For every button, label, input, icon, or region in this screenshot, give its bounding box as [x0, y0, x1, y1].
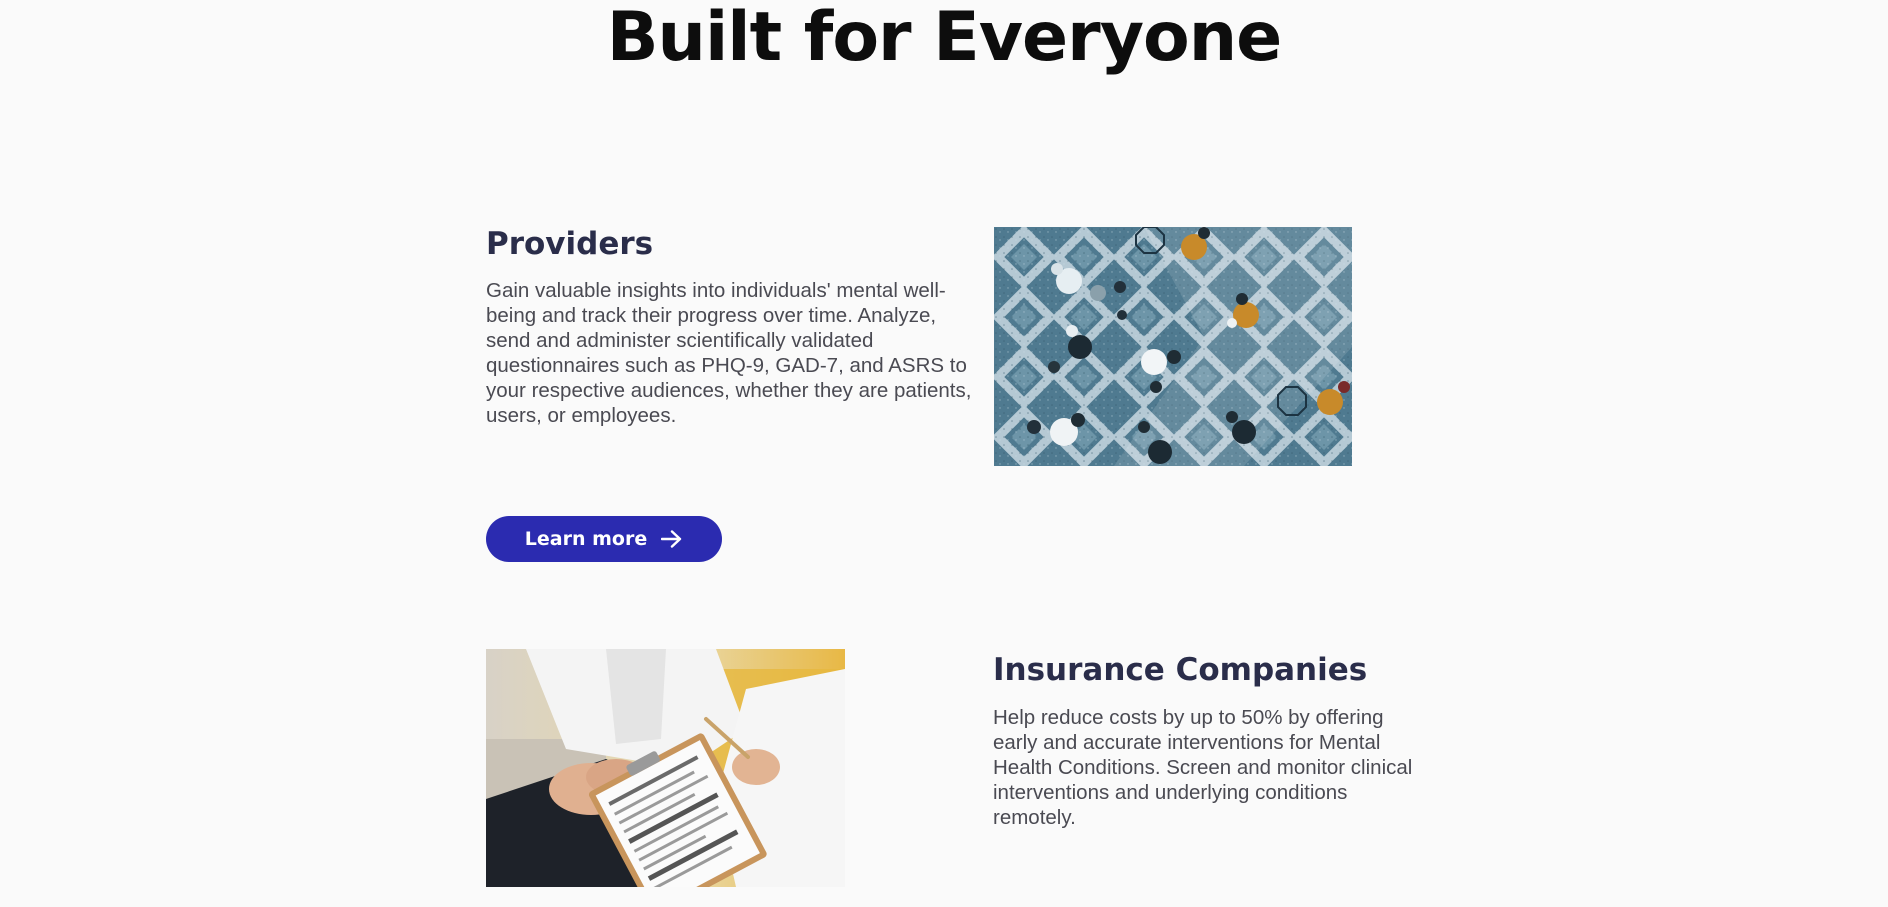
clipboard-consultation-photo [486, 649, 845, 887]
learn-more-label: Learn more [524, 528, 648, 550]
aerial-office-people-photo [994, 227, 1352, 466]
providers-description: Gain valuable insights into individuals'… [486, 279, 972, 427]
arrow-right-icon [661, 530, 683, 548]
providers-heading: Providers [486, 226, 654, 262]
insurance-companies-description: Help reduce costs by up to 50% by offeri… [993, 706, 1413, 829]
page-title: Built for Everyone [606, 0, 1283, 77]
learn-more-button[interactable]: Learn more [486, 516, 722, 562]
insurance-companies-heading: Insurance Companies [993, 652, 1368, 688]
